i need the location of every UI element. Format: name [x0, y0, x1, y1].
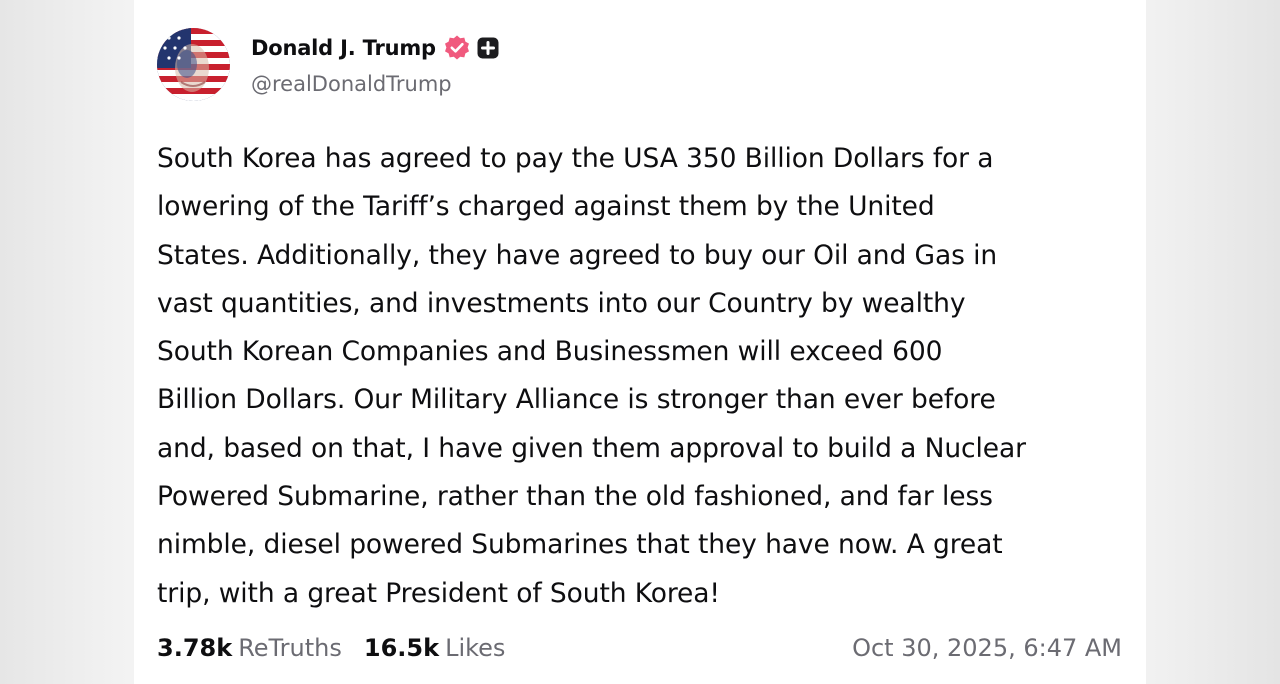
post-text-line: South Korean Companies and Businessmen w… [157, 336, 943, 368]
user-handle[interactable]: @realDonaldTrump [251, 72, 452, 96]
post-timestamp[interactable]: Oct 30, 2025, 6:47 AM [852, 630, 1122, 666]
likes-count[interactable]: 16.5k [364, 634, 439, 662]
post-text-line: lowering of the Tariff’s charged against… [157, 191, 935, 223]
post-text-line: trip, with a great President of South Ko… [157, 577, 720, 609]
post-text: South Korea has agreed to pay the USA 35… [157, 135, 1132, 618]
verified-badge-icon [443, 34, 471, 62]
name-row: Donald J. Trump [251, 32, 499, 64]
likes-label[interactable]: Likes [445, 634, 505, 662]
avatar[interactable] [157, 28, 230, 101]
post-text-line: nimble, diesel powered Submarines that t… [157, 529, 1003, 561]
post-text-line: vast quantities, and investments into ou… [157, 287, 966, 319]
post-stats: 3.78k ReTruths 16.5k Likes [157, 630, 505, 666]
retruths-count[interactable]: 3.78k [157, 634, 232, 662]
retruths-label[interactable]: ReTruths [238, 634, 342, 662]
display-name[interactable]: Donald J. Trump [251, 36, 436, 60]
post-text-line: States. Additionally, they have agreed t… [157, 239, 998, 271]
post-text-line: Billion Dollars. Our Military Alliance i… [157, 384, 996, 416]
plus-badge-icon [477, 37, 499, 59]
post-text-line: South Korea has agreed to pay the USA 35… [157, 143, 994, 174]
post-text-line: Powered Submarine, rather than the old f… [157, 481, 993, 513]
flag-portrait-avatar-icon [157, 28, 230, 101]
post-text-line: and, based on that, I have given them ap… [157, 432, 1026, 464]
